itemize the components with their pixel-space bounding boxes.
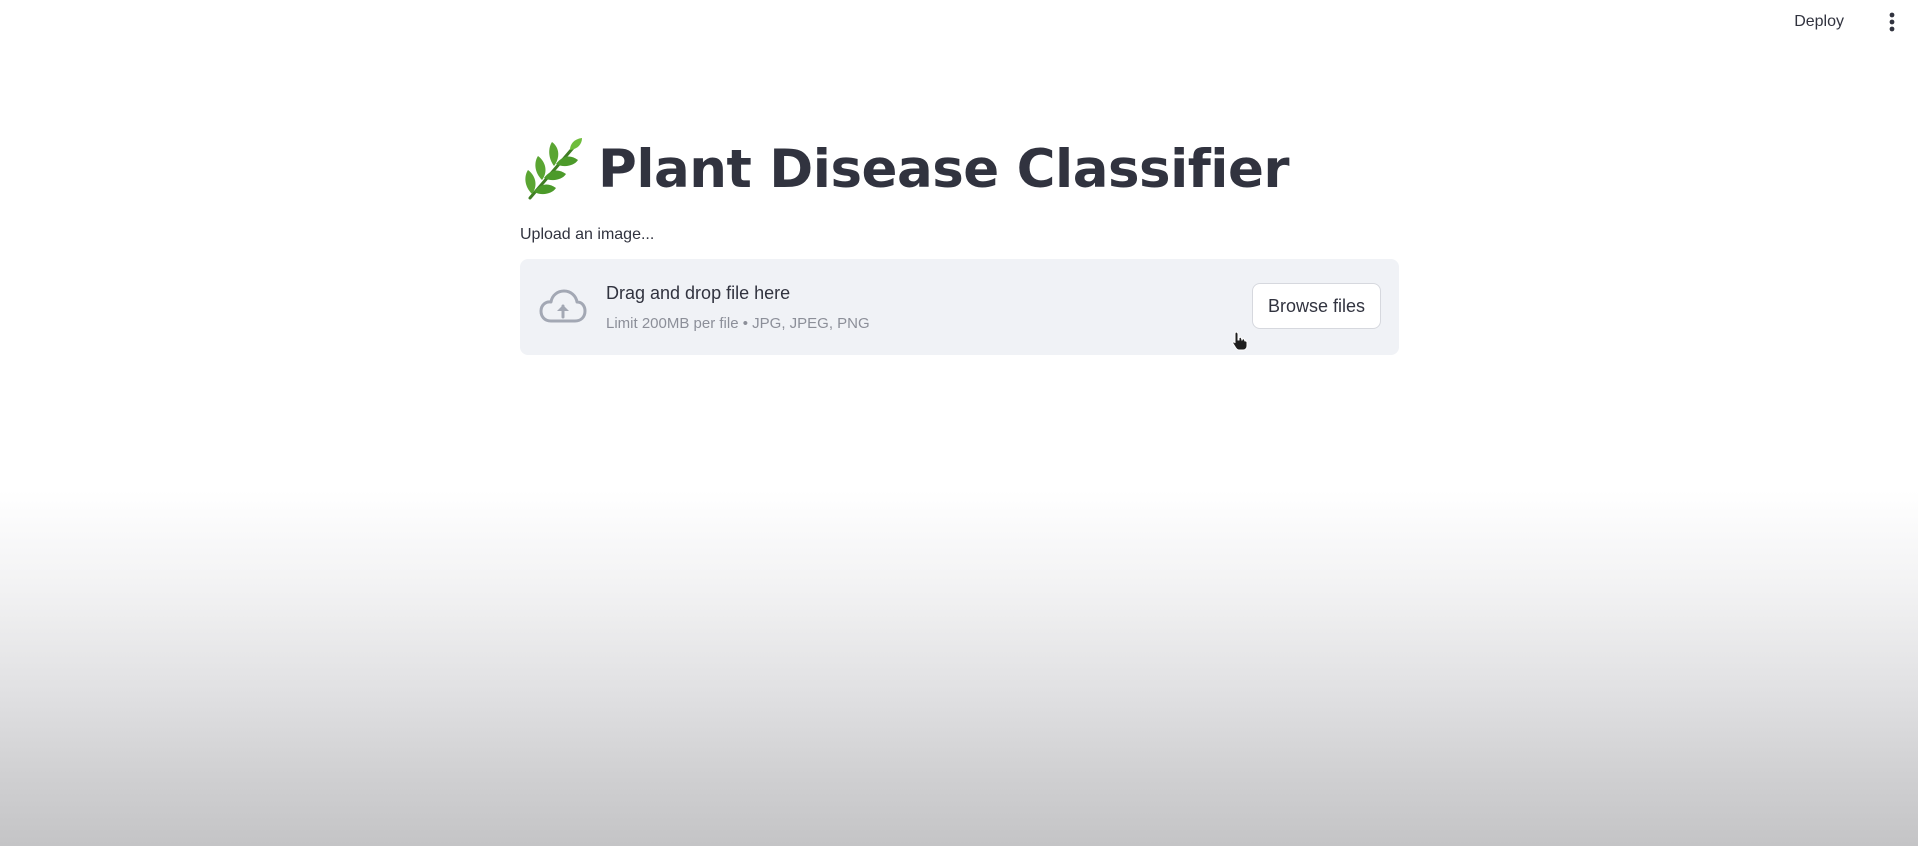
browse-files-button[interactable]: Browse files [1251,283,1381,329]
page-title: Plant Disease Classifier [598,138,1290,200]
dropzone-limit-text: Limit 200MB per file • JPG, JPEG, PNG [606,315,870,332]
main-menu-button[interactable] [1884,10,1900,34]
herb-leaf-icon [520,136,586,202]
upload-label: Upload an image... [520,226,655,243]
deploy-button[interactable]: Deploy [1790,10,1848,34]
app-header: Deploy [0,0,1918,44]
cloud-upload-icon [539,287,587,327]
file-dropzone[interactable]: Drag and drop file here Limit 200MB per … [520,259,1399,355]
dropzone-title: Drag and drop file here [606,283,791,303]
vertical-dots-icon [1889,12,1895,32]
page-title-row: Plant Disease Classifier [520,134,1290,204]
